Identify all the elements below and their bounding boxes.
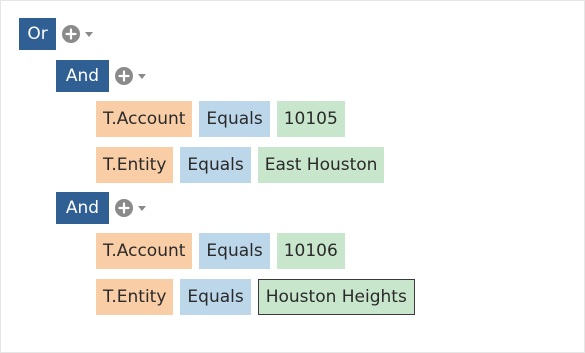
add-condition-button[interactable] [115, 67, 146, 85]
comparison-chip[interactable]: Equals [180, 279, 251, 315]
value-chip-selected[interactable]: Houston Heights [257, 279, 415, 315]
group-1-header: And [56, 59, 146, 93]
comparison-chip[interactable]: Equals [199, 101, 270, 137]
condition-row: T.Entity Equals East Houston [96, 146, 391, 184]
condition-row: T.Account Equals 10106 [96, 232, 352, 270]
add-condition-button[interactable] [62, 25, 93, 43]
group-2-header: And [56, 191, 146, 225]
comparison-chip[interactable]: Equals [180, 147, 251, 183]
condition-row: T.Entity Equals Houston Heights [96, 278, 422, 316]
add-condition-button[interactable] [115, 199, 146, 217]
condition-row: T.Account Equals 10105 [96, 100, 352, 138]
field-chip[interactable]: T.Entity [96, 279, 174, 315]
field-chip[interactable]: T.Account [96, 233, 193, 269]
comparison-chip[interactable]: Equals [199, 233, 270, 269]
value-chip[interactable]: East Houston [257, 147, 385, 183]
filter-builder: Or And T.Account Equals 10105 T.Entity E… [0, 0, 585, 353]
plus-circle-icon [62, 25, 80, 43]
chevron-down-icon [138, 205, 146, 211]
value-chip[interactable]: 10106 [276, 233, 345, 269]
operator-and-button[interactable]: And [56, 192, 109, 224]
root-group-header: Or [19, 17, 93, 51]
chevron-down-icon [138, 73, 146, 79]
field-chip[interactable]: T.Account [96, 101, 193, 137]
plus-circle-icon [115, 199, 133, 217]
plus-circle-icon [115, 67, 133, 85]
chevron-down-icon [85, 31, 93, 37]
operator-or-button[interactable]: Or [19, 18, 56, 50]
value-chip[interactable]: 10105 [276, 101, 345, 137]
field-chip[interactable]: T.Entity [96, 147, 174, 183]
operator-and-button[interactable]: And [56, 60, 109, 92]
